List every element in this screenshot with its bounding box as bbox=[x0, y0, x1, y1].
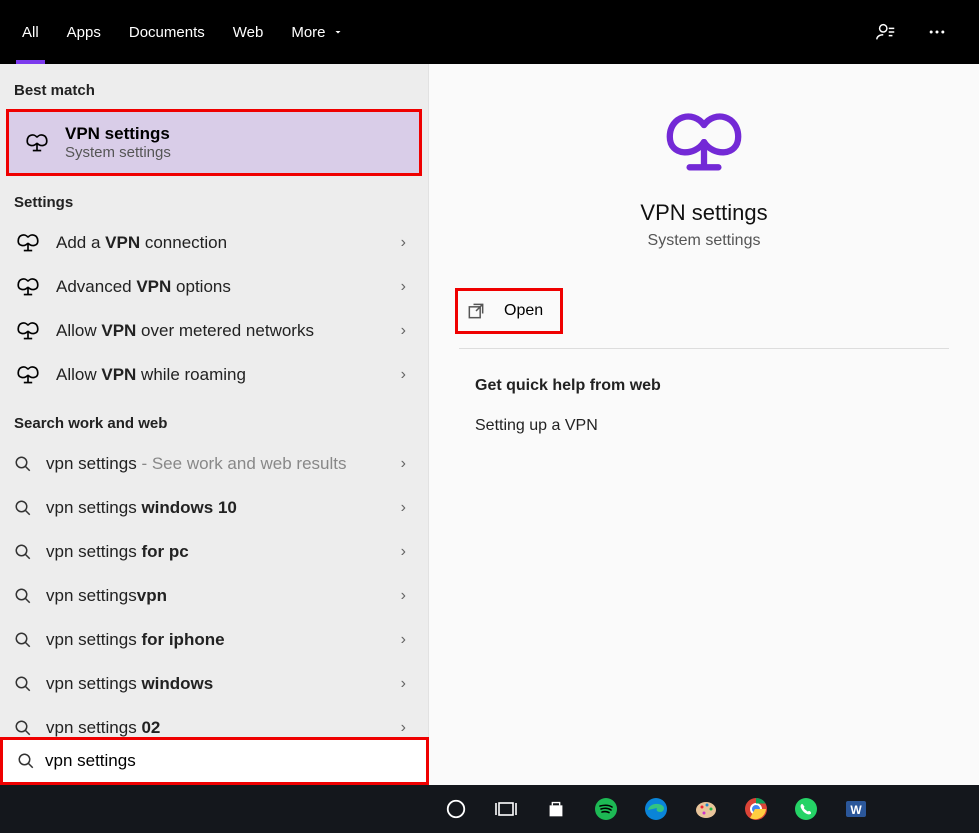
taskbar-whatsapp[interactable] bbox=[790, 793, 822, 825]
search-icon bbox=[14, 675, 32, 693]
chevron-down-icon bbox=[332, 26, 344, 38]
chevron-right-icon: › bbox=[401, 631, 414, 649]
taskbar-cortana[interactable] bbox=[440, 793, 472, 825]
open-button[interactable]: Open bbox=[455, 288, 563, 334]
taskbar-word[interactable]: W bbox=[840, 793, 872, 825]
best-match-title: VPN settings bbox=[65, 124, 171, 144]
svg-text:W: W bbox=[850, 803, 862, 817]
open-icon bbox=[466, 301, 486, 321]
best-match-label: Best match bbox=[0, 64, 428, 109]
web-row-for-iphone[interactable]: vpn settings for iphone › bbox=[0, 618, 428, 662]
web-row-vpn-settings[interactable]: vpn settings - See work and web results … bbox=[0, 442, 428, 486]
settings-row-roaming[interactable]: Allow VPN while roaming › bbox=[0, 353, 428, 397]
taskbar: W bbox=[0, 785, 979, 833]
chevron-right-icon: › bbox=[401, 543, 414, 561]
search-icon bbox=[14, 455, 32, 473]
taskbar-store[interactable] bbox=[540, 793, 572, 825]
quick-help-label: Get quick help from web bbox=[475, 377, 949, 395]
vpn-icon bbox=[659, 110, 749, 176]
chevron-right-icon: › bbox=[401, 366, 414, 384]
results-panel: Best match VPN settings System settings … bbox=[0, 64, 429, 785]
web-row-for-pc[interactable]: vpn settings for pc › bbox=[0, 530, 428, 574]
search-filter-tabs: All Apps Documents Web More bbox=[0, 0, 979, 64]
preview-subtitle: System settings bbox=[648, 232, 761, 250]
search-input[interactable] bbox=[45, 751, 412, 771]
feedback-icon[interactable] bbox=[875, 21, 897, 43]
tab-web[interactable]: Web bbox=[233, 0, 264, 64]
vpn-icon bbox=[14, 233, 42, 253]
settings-row-advanced-vpn[interactable]: Advanced VPN options › bbox=[0, 265, 428, 309]
chevron-right-icon: › bbox=[401, 675, 414, 693]
vpn-icon bbox=[14, 321, 42, 341]
search-icon bbox=[14, 499, 32, 517]
taskbar-chrome[interactable] bbox=[740, 793, 772, 825]
search-icon bbox=[17, 752, 35, 770]
tab-all[interactable]: All bbox=[22, 0, 39, 64]
tab-apps[interactable]: Apps bbox=[67, 0, 101, 64]
chevron-right-icon: › bbox=[401, 234, 414, 252]
chevron-right-icon: › bbox=[401, 719, 414, 737]
preview-panel: VPN settings System settings Open Get qu… bbox=[429, 64, 979, 785]
web-row-windows10[interactable]: vpn settings windows 10 › bbox=[0, 486, 428, 530]
taskbar-edge[interactable] bbox=[640, 793, 672, 825]
search-icon bbox=[14, 587, 32, 605]
tab-more[interactable]: More bbox=[291, 0, 343, 64]
tab-documents[interactable]: Documents bbox=[129, 0, 205, 64]
best-match-subtitle: System settings bbox=[65, 144, 171, 161]
divider bbox=[459, 348, 949, 349]
more-options-icon[interactable] bbox=[927, 22, 947, 42]
chevron-right-icon: › bbox=[401, 499, 414, 517]
vpn-icon bbox=[14, 365, 42, 385]
vpn-icon bbox=[14, 277, 42, 297]
chevron-right-icon: › bbox=[401, 278, 414, 296]
search-icon bbox=[14, 719, 32, 737]
web-row-vpn[interactable]: vpn settingsvpn › bbox=[0, 574, 428, 618]
web-row-windows[interactable]: vpn settings windows › bbox=[0, 662, 428, 706]
taskbar-task-view[interactable] bbox=[490, 793, 522, 825]
search-box[interactable] bbox=[0, 737, 429, 785]
search-web-label: Search work and web bbox=[0, 397, 428, 442]
best-match-result[interactable]: VPN settings System settings bbox=[6, 109, 422, 176]
preview-title: VPN settings bbox=[640, 200, 767, 226]
settings-row-add-vpn[interactable]: Add a VPN connection › bbox=[0, 221, 428, 265]
search-icon bbox=[14, 543, 32, 561]
settings-row-metered[interactable]: Allow VPN over metered networks › bbox=[0, 309, 428, 353]
chevron-right-icon: › bbox=[401, 587, 414, 605]
taskbar-paint[interactable] bbox=[690, 793, 722, 825]
quick-help-link[interactable]: Setting up a VPN bbox=[475, 417, 949, 435]
vpn-icon bbox=[23, 133, 51, 153]
chevron-right-icon: › bbox=[401, 322, 414, 340]
taskbar-spotify[interactable] bbox=[590, 793, 622, 825]
chevron-right-icon: › bbox=[401, 455, 414, 473]
search-icon bbox=[14, 631, 32, 649]
settings-label: Settings bbox=[0, 176, 428, 221]
